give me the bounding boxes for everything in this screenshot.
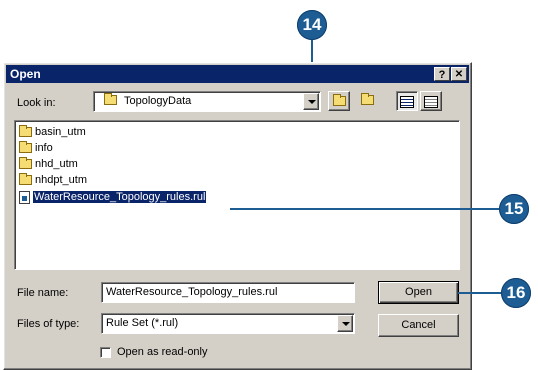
callout-16: 16 (501, 278, 531, 308)
read-only-checkbox[interactable] (100, 347, 111, 358)
callout-15-line (230, 208, 500, 210)
list-item[interactable]: nhdpt_utm (19, 172, 87, 188)
list-item-label: info (35, 142, 53, 154)
list-item[interactable]: info (19, 140, 53, 156)
chevron-down-icon (342, 322, 350, 326)
cancel-button[interactable]: Cancel (378, 314, 459, 337)
details-view-icon (424, 96, 438, 108)
file-name-label: File name: (17, 287, 69, 299)
up-one-level-button[interactable] (328, 91, 350, 111)
look-in-dropdown-button[interactable] (303, 93, 319, 110)
help-button[interactable]: ? (434, 67, 450, 81)
files-of-type-value: Rule Set (*.rul) (106, 317, 179, 329)
file-name-value: WaterResource_Topology_rules.rul (106, 286, 278, 298)
look-in-label: Look in: (17, 97, 56, 109)
list-item[interactable]: basin_utm (19, 124, 86, 140)
files-of-type-label: Files of type: (17, 318, 80, 330)
file-list[interactable]: basin_utm info nhd_utm nhdpt_utm WaterRe… (14, 120, 460, 270)
chevron-down-icon (308, 100, 316, 104)
details-view-button[interactable] (420, 91, 442, 111)
folder-icon (104, 93, 117, 105)
rule-file-icon (19, 190, 30, 204)
read-only-label: Open as read-only (117, 346, 208, 358)
open-dialog: Open ? ✕ Look in: TopologyData basin_utm… (3, 62, 472, 370)
list-view-icon (400, 96, 414, 108)
file-name-input[interactable]: WaterResource_Topology_rules.rul (101, 282, 355, 303)
close-button[interactable]: ✕ (451, 67, 467, 81)
folder-icon (19, 141, 32, 154)
cancel-button-label: Cancel (401, 319, 436, 331)
open-button-label: Open (405, 286, 432, 298)
list-item-label: nhd_utm (35, 158, 78, 170)
dialog-title: Open (10, 67, 41, 81)
callout-15: 15 (499, 194, 529, 224)
look-in-dropdown[interactable]: TopologyData (93, 91, 321, 112)
list-item-label: nhdpt_utm (35, 174, 87, 186)
up-folder-icon (332, 94, 346, 106)
folder-icon (19, 125, 32, 138)
files-of-type-dropdown-button[interactable] (337, 315, 353, 332)
look-in-value: TopologyData (124, 95, 192, 107)
title-bar[interactable]: Open ? ✕ (6, 65, 469, 83)
list-view-button[interactable] (396, 91, 418, 111)
list-item-label: WaterResource_Topology_rules.rul (31, 190, 208, 204)
open-button[interactable]: Open (378, 281, 459, 304)
folder-icon (19, 157, 32, 170)
callout-14: 14 (297, 10, 327, 40)
new-folder-icon (360, 93, 374, 105)
list-item[interactable]: nhd_utm (19, 156, 78, 172)
files-of-type-dropdown[interactable]: Rule Set (*.rul) (101, 313, 355, 334)
callout-16-line (458, 292, 502, 294)
folder-icon (19, 173, 32, 186)
create-new-folder-button[interactable] (356, 91, 378, 111)
list-item-selected[interactable]: WaterResource_Topology_rules.rul (19, 189, 208, 205)
list-item-label: basin_utm (35, 126, 86, 138)
